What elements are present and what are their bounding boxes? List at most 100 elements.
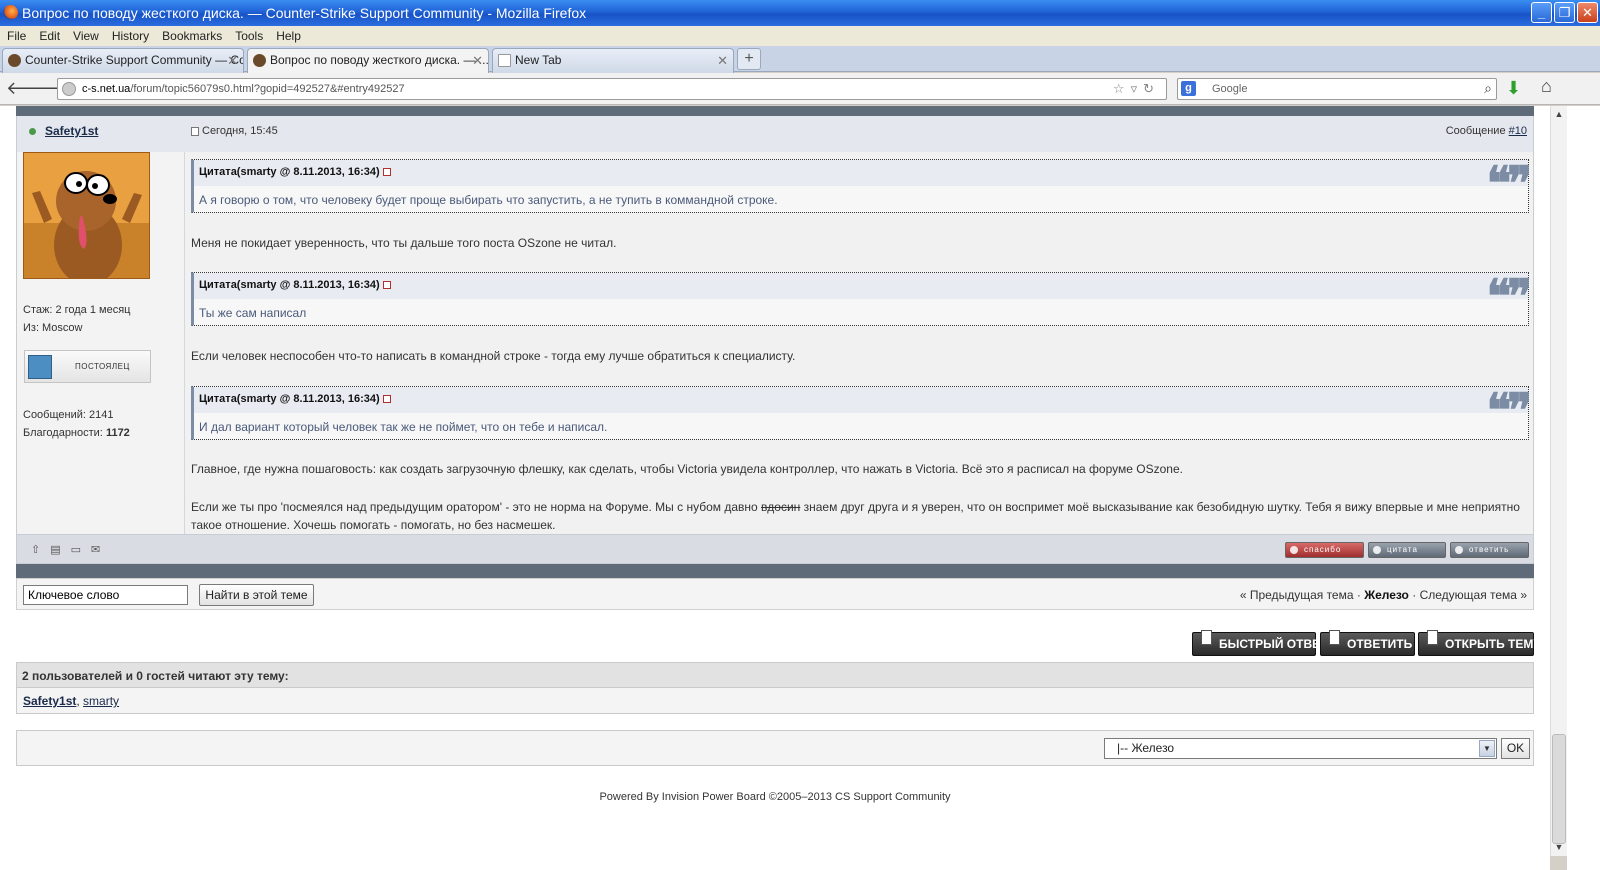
tab-label: New Tab <box>515 53 562 67</box>
post-number-link[interactable]: #10 <box>1509 125 1527 137</box>
post-paragraph: Меня не покидает уверенность, что ты дал… <box>191 236 617 250</box>
address-bar[interactable]: c-s.net.ua/forum/topic56079s0.html?gopid… <box>57 78 1167 100</box>
home-icon[interactable]: ⌂ <box>1541 76 1552 97</box>
post-paragraph: Если человек неспособен что-то написать … <box>191 349 796 363</box>
post-number-label: Сообщение <box>1445 125 1506 137</box>
window-edge <box>1567 106 1600 870</box>
up-arrow-icon[interactable]: ⇧ <box>31 544 50 556</box>
author-tenure: Стаж: 2 года 1 месяц <box>23 304 131 316</box>
reader-link[interactable]: smarty <box>83 694 119 708</box>
tab-bar: Counter-Strike Support Community — Co...… <box>0 46 1600 74</box>
quote-header: Цитата(smarty @ 8.11.2013, 16:34) <box>194 273 1528 299</box>
post-bottom-bar <box>16 564 1534 578</box>
scroll-up-icon[interactable]: ▲ <box>1551 106 1567 122</box>
close-tab-icon[interactable]: ✕ <box>227 49 238 72</box>
post-top-bar <box>16 106 1534 116</box>
quote-link-icon[interactable] <box>382 168 391 176</box>
quote-header-text: Цитата(smarty @ 8.11.2013, 16:34) <box>199 393 380 405</box>
thanks-label: Благодарности: <box>23 427 103 439</box>
tab-topic[interactable]: Вопрос по поводу жесткого диска. — ... ✕ <box>247 48 489 74</box>
maximize-button[interactable]: ❐ <box>1554 2 1575 23</box>
bookmark-star-icon[interactable]: ☆ <box>1113 81 1131 96</box>
forum-jump-value: |-- Железо <box>1117 741 1175 755</box>
tab-new[interactable]: New Tab ✕ <box>492 48 734 73</box>
online-status-icon <box>29 128 36 135</box>
search-icon[interactable]: ⌕ <box>1484 78 1492 98</box>
reader-link[interactable]: Safety1st <box>23 694 76 708</box>
forum-name[interactable]: Железо <box>1364 588 1409 602</box>
download-icon[interactable]: ⬇ <box>1506 78 1521 99</box>
reply-button-label: ответить <box>1469 545 1510 554</box>
rank-user-icon <box>28 355 52 379</box>
post-page-icon <box>191 127 199 136</box>
quote-block: Цитата(smarty @ 8.11.2013, 16:34) ❝❞ Ты … <box>191 272 1532 326</box>
window-titlebar: Вопрос по поводу жесткого диска. — Count… <box>0 0 1600 26</box>
menu-edit[interactable]: Edit <box>32 26 66 43</box>
reply-icon <box>1455 546 1463 554</box>
close-tab-icon[interactable]: ✕ <box>472 49 483 72</box>
new-topic-label: ОТКРЫТЬ ТЕМУ <box>1445 637 1541 651</box>
menu-view[interactable]: View <box>66 26 105 43</box>
search-box[interactable]: g Google ⌕ <box>1177 78 1497 100</box>
tab-community[interactable]: Counter-Strike Support Community — Co...… <box>2 48 244 73</box>
scroll-down-icon[interactable]: ▼ <box>1551 839 1567 855</box>
site-identity-icon[interactable] <box>62 82 76 96</box>
new-tab-button[interactable]: + <box>737 48 761 70</box>
firefox-icon <box>3 5 18 20</box>
thanks-button[interactable]: спасибо <box>1285 542 1364 558</box>
forum-jump-select[interactable]: |-- Железо ▼ <box>1104 738 1497 759</box>
quote-button[interactable]: цитата <box>1368 542 1446 558</box>
prev-topic-link[interactable]: « Предыдущая тема <box>1240 588 1354 602</box>
email-icon[interactable]: ✉ <box>91 544 110 556</box>
thanks-value: 1172 <box>105 427 130 439</box>
menu-tools[interactable]: Tools <box>228 26 269 43</box>
reply-button[interactable]: ответить <box>1450 542 1529 558</box>
chevron-down-icon[interactable]: ▼ <box>1479 740 1495 757</box>
minimize-button[interactable]: _ <box>1531 2 1552 23</box>
quote-header-text: Цитата(smarty @ 8.11.2013, 16:34) <box>199 166 380 178</box>
jump-ok-button[interactable]: OK <box>1501 738 1530 759</box>
author-location: Из: Moscow <box>23 322 83 334</box>
print-icon[interactable]: ▭ <box>71 544 91 556</box>
next-topic-link[interactable]: Следующая тема » <box>1420 588 1527 602</box>
history-dropdown-icon[interactable]: ▿ <box>1131 81 1144 96</box>
window-title: Вопрос по поводу жесткого диска. — Count… <box>22 5 587 21</box>
reply-topic-label: ОТВЕТИТЬ <box>1347 637 1413 651</box>
new-topic-button[interactable]: ОТКРЫТЬ ТЕМУ <box>1418 630 1541 656</box>
scroll-thumb[interactable] <box>1552 734 1566 844</box>
site-favicon-icon <box>8 54 21 67</box>
avatar[interactable] <box>23 152 150 279</box>
reply-topic-button[interactable]: ОТВЕТИТЬ <box>1320 630 1415 656</box>
footer-powered-by: Powered By Invision Power Board ©2005–20… <box>599 791 951 803</box>
keyword-input[interactable] <box>23 585 188 605</box>
vertical-scrollbar[interactable]: ▲ ▼ <box>1550 106 1567 856</box>
search-topic-button[interactable]: Найти в этой теме <box>199 584 314 606</box>
url-path: /forum/topic56079s0.html?gopid=492527&#e… <box>130 83 405 95</box>
nav-separator: · <box>1412 588 1417 602</box>
post-author-link[interactable]: Safety1st <box>45 124 98 138</box>
page-viewport: Safety1st Сегодня, 15:45 Сообщение #10 С… <box>0 106 1550 870</box>
quote-link-icon[interactable] <box>382 395 391 403</box>
menu-help[interactable]: Help <box>269 26 307 43</box>
menu-file[interactable]: File <box>0 26 32 43</box>
quote-link-icon[interactable] <box>382 281 391 289</box>
menu-bookmarks[interactable]: Bookmarks <box>155 26 228 43</box>
reload-icon[interactable]: ↻ <box>1143 81 1160 96</box>
heart-icon <box>1290 546 1298 554</box>
menu-history[interactable]: History <box>105 26 155 43</box>
site-favicon-icon <box>253 54 266 67</box>
close-tab-icon[interactable]: ✕ <box>717 49 728 72</box>
nav-separator: · <box>1356 588 1361 602</box>
post-header: Safety1st Сегодня, 15:45 Сообщение #10 <box>16 116 1534 152</box>
struck-word: вдосин <box>761 500 801 514</box>
author-messages: Сообщений: 2141 <box>23 409 114 421</box>
back-arrow-icon[interactable]: 🡐 <box>6 77 54 101</box>
close-button[interactable]: ✕ <box>1577 2 1598 23</box>
google-engine-icon[interactable]: g <box>1181 81 1196 96</box>
quote-text: А я говорю о том, что человеку будет про… <box>199 193 778 207</box>
fast-reply-button[interactable]: БЫСТРЫЙ ОТВЕТ <box>1192 630 1327 656</box>
report-icon[interactable]: ▤ <box>50 544 70 556</box>
post-paragraph-last: Если же ты про 'посмеялся над предыдущим… <box>191 498 1529 534</box>
quote-text: Ты же сам написал <box>199 306 307 320</box>
forward-arrow-icon[interactable]: 🡒 <box>31 77 79 101</box>
